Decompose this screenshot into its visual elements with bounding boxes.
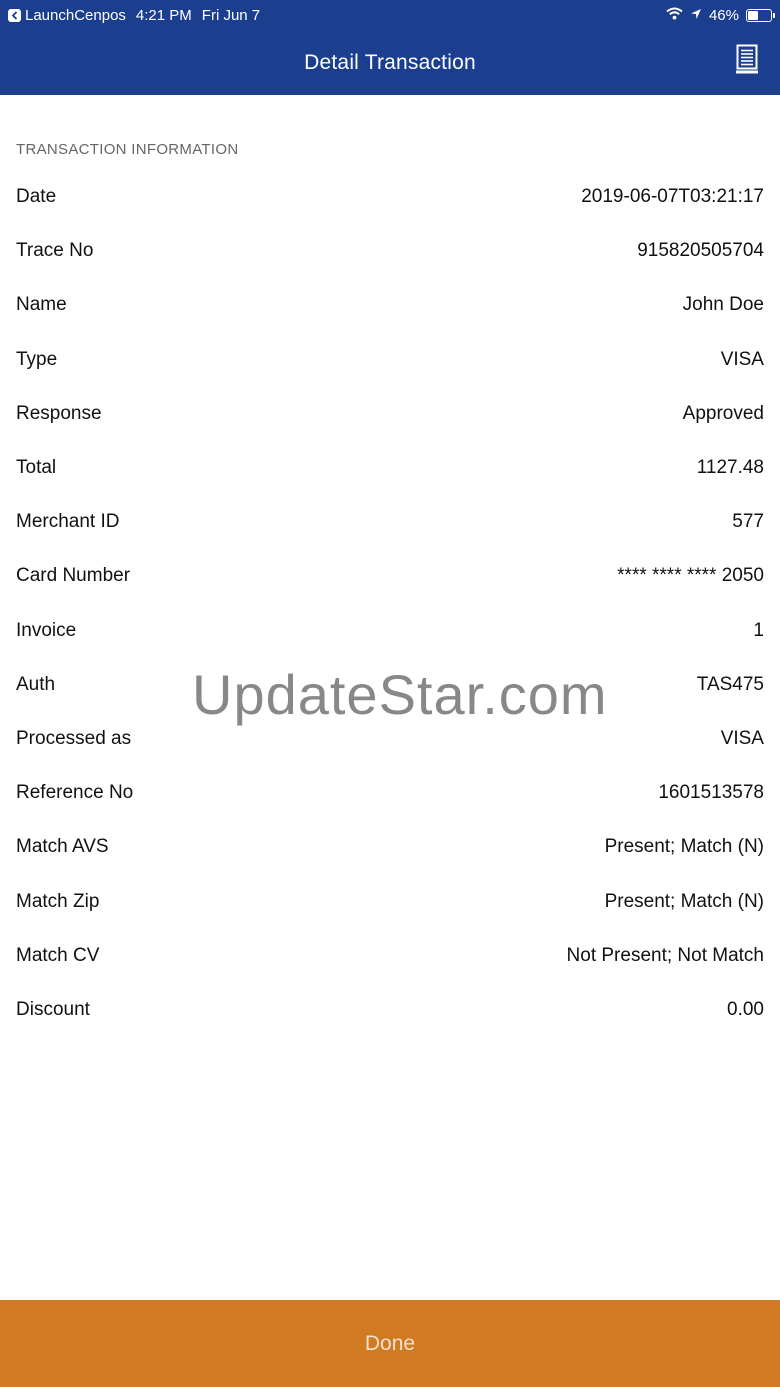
- row-value: 0.00: [727, 998, 764, 1020]
- row-label: Merchant ID: [16, 511, 120, 533]
- back-to-app-button[interactable]: LaunchCenpos: [8, 7, 126, 24]
- row-label: Discount: [16, 998, 90, 1020]
- row-value: John Doe: [682, 294, 764, 316]
- done-button[interactable]: Done: [0, 1300, 780, 1387]
- row-value: 2019-06-07T03:21:17: [581, 186, 764, 208]
- row-value: Approved: [682, 402, 764, 424]
- row-reference-no: Reference No 1601513578: [0, 766, 780, 820]
- row-label: Match AVS: [16, 836, 109, 858]
- navigation-bar: Detail Transaction: [0, 30, 780, 95]
- row-date: Date 2019-06-07T03:21:17: [0, 170, 780, 224]
- row-value: 915820505704: [637, 240, 764, 262]
- row-value: Present; Match (N): [604, 890, 764, 912]
- status-date: Fri Jun 7: [201, 6, 261, 24]
- transaction-details: Date 2019-06-07T03:21:17 Trace No 91582050…: [0, 170, 780, 1037]
- row-value: TAS475: [696, 673, 764, 695]
- row-label: Type: [16, 348, 58, 370]
- status-time: 4:21 PM: [135, 6, 192, 24]
- row-label: Date: [16, 186, 57, 208]
- back-chevron-icon: [8, 8, 21, 22]
- row-label: Name: [16, 294, 67, 316]
- row-response: Response Approved: [0, 387, 780, 441]
- battery-icon: [746, 8, 775, 22]
- row-value: 1: [753, 619, 764, 641]
- row-auth: Auth TAS475: [0, 658, 780, 712]
- page-title: Detail Transaction: [304, 50, 476, 74]
- row-label: Card Number: [16, 565, 131, 587]
- row-card-number: Card Number **** **** **** 2050: [0, 549, 780, 603]
- row-value: Present; Match (N): [604, 836, 764, 858]
- row-label: Trace No: [16, 240, 94, 262]
- row-total: Total 1127.48: [0, 441, 780, 495]
- location-arrow-icon: [690, 7, 702, 24]
- row-processed-as: Processed as VISA: [0, 712, 780, 766]
- row-label: Response: [16, 402, 102, 424]
- row-invoice: Invoice 1: [0, 604, 780, 658]
- receipt-button[interactable]: [732, 44, 762, 78]
- row-value: Not Present; Not Match: [566, 944, 764, 966]
- row-label: Auth: [16, 673, 56, 695]
- wifi-icon: [666, 7, 683, 24]
- row-trace-no: Trace No 915820505704: [0, 224, 780, 278]
- row-label: Total: [16, 457, 57, 479]
- row-label: Match CV: [16, 944, 100, 966]
- row-label: Invoice: [16, 619, 77, 641]
- row-match-avs: Match AVS Present; Match (N): [0, 820, 780, 874]
- receipt-icon: [736, 44, 758, 79]
- row-value: 1127.48: [696, 457, 764, 479]
- row-value: 577: [732, 511, 764, 533]
- row-discount: Discount 0.00: [0, 983, 780, 1037]
- row-name: Name John Doe: [0, 278, 780, 332]
- status-bar: LaunchCenpos 4:21 PM Fri Jun 7 46%: [0, 0, 780, 30]
- row-match-zip: Match Zip Present; Match (N): [0, 874, 780, 928]
- back-app-label: LaunchCenpos: [25, 6, 126, 24]
- row-type: Type VISA: [0, 333, 780, 387]
- row-value: VISA: [720, 348, 764, 370]
- row-label: Processed as: [16, 727, 132, 749]
- row-value: VISA: [720, 727, 764, 749]
- section-header: TRANSACTION INFORMATION: [16, 141, 239, 158]
- row-label: Reference No: [16, 782, 134, 804]
- row-merchant-id: Merchant ID 577: [0, 495, 780, 549]
- row-match-cv: Match CV Not Present; Not Match: [0, 929, 780, 983]
- row-value: 1601513578: [658, 782, 764, 804]
- battery-percent: 46%: [708, 6, 739, 24]
- row-label: Match Zip: [16, 890, 100, 912]
- row-value: **** **** **** 2050: [617, 565, 764, 587]
